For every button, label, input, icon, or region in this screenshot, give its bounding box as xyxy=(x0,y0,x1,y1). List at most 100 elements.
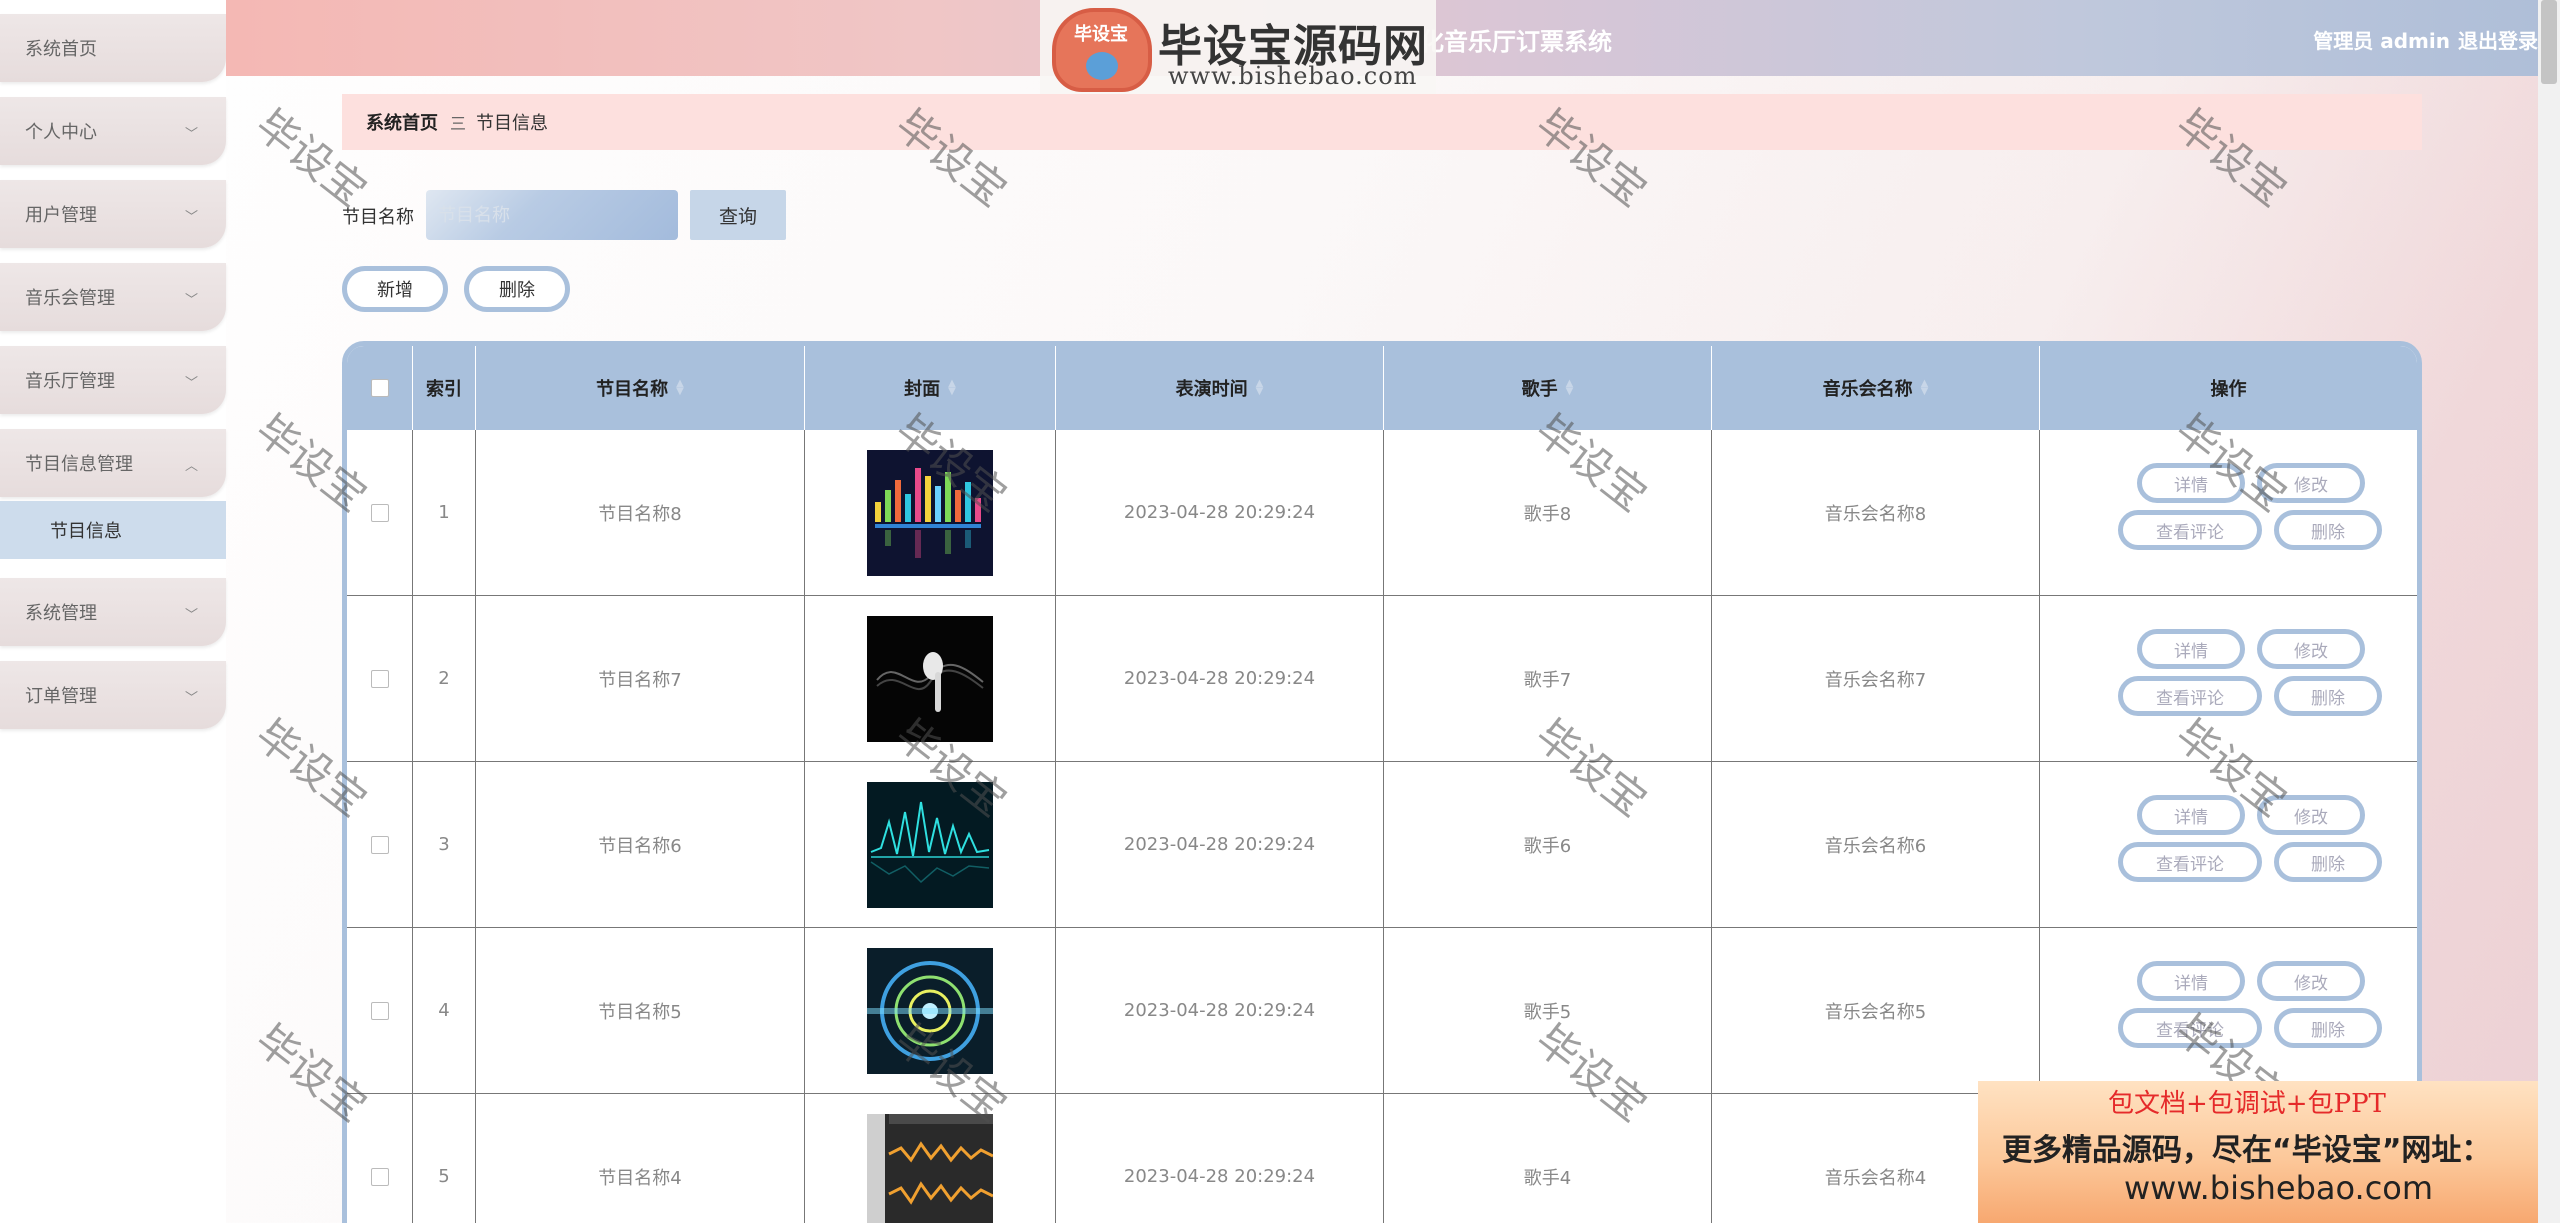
row-select-cell xyxy=(347,762,413,927)
cover-image xyxy=(867,781,993,908)
cell-concert: 音乐会名称6 xyxy=(1712,762,2040,927)
sidebar-item-concerts[interactable]: 音乐会管理 ﹀ xyxy=(0,263,226,331)
search-label: 节目名称 xyxy=(342,207,414,228)
sidebar-item-label: 用户管理 xyxy=(25,205,97,226)
sidebar-item-label: 系统管理 xyxy=(25,603,97,624)
cell-name: 节目名称8 xyxy=(476,430,805,595)
promo-banner[interactable]: 包文档+包调试+包PPT 更多精品源码，尽在“毕设宝”网址： www.bishe… xyxy=(1978,1081,2560,1223)
cell-ops: 详情 修改 查看评论 删除 xyxy=(2040,928,2417,1093)
sidebar-item-home[interactable]: 系统首页 xyxy=(0,14,226,82)
cell-index: 2 xyxy=(413,596,476,761)
table-header: 索引 节目名称 ▲ ▼ 封面 ▲ ▼ 表演时间 ▲ ▼ 歌手 ▲ ▼ 音乐会名称 ▲ ▼ 操作 xyxy=(347,346,2417,430)
scrollbar-thumb[interactable] xyxy=(2541,0,2557,84)
cell-singer: 歌手8 xyxy=(1384,430,1712,595)
batch-delete-button[interactable]: 删除 xyxy=(464,266,570,312)
chevron-up-icon: ︿ xyxy=(184,459,198,474)
detail-button[interactable]: 详情 xyxy=(2137,961,2245,1001)
chevron-down-icon: ﹀ xyxy=(184,127,198,142)
promo-line-1: 包文档+包调试+包PPT xyxy=(2108,1089,2386,1119)
delete-button[interactable]: 删除 xyxy=(2274,1008,2382,1048)
edit-button[interactable]: 修改 xyxy=(2257,961,2365,1001)
view-comments-button[interactable]: 查看评论 xyxy=(2118,1008,2262,1048)
header-index: 索引 xyxy=(413,346,476,430)
sidebar-item-personal[interactable]: 个人中心 ﹀ xyxy=(0,97,226,165)
row-checkbox[interactable] xyxy=(370,1001,389,1020)
add-button[interactable]: 新增 xyxy=(342,266,448,312)
header-name[interactable]: 节目名称 ▲ ▼ xyxy=(476,346,805,430)
cell-singer: 歌手6 xyxy=(1384,762,1712,927)
admin-label: 管理员 admin xyxy=(2313,29,2450,53)
delete-button[interactable]: 删除 xyxy=(2274,676,2382,716)
sidebar-item-orders[interactable]: 订单管理 ﹀ xyxy=(0,661,226,729)
cover-image xyxy=(867,615,993,742)
row-checkbox[interactable] xyxy=(370,669,389,688)
cell-time: 2023-04-28 20:29:24 xyxy=(1056,928,1384,1093)
logo-icon: 毕设宝 xyxy=(1052,8,1152,92)
row-select-cell xyxy=(347,596,413,761)
table-row: 3 节目名称6 2023-04-28 20:29:24 歌手6 音乐会名称6 详… xyxy=(347,762,2417,928)
sidebar-item-label: 订单管理 xyxy=(25,686,97,707)
breadcrumb-home[interactable]: 系统首页 xyxy=(366,109,438,135)
sidebar-item-label: 节目信息管理 xyxy=(25,454,133,475)
page-scrollbar[interactable] xyxy=(2538,0,2560,1223)
cell-ops: 详情 修改 查看评论 删除 xyxy=(2040,596,2417,761)
delete-button[interactable]: 删除 xyxy=(2274,510,2382,550)
cell-ops: 详情 修改 查看评论 删除 xyxy=(2040,762,2417,927)
cell-concert: 音乐会名称7 xyxy=(1712,596,2040,761)
sort-icon: ▲ ▼ xyxy=(676,378,684,397)
detail-button[interactable]: 详情 xyxy=(2137,795,2245,835)
search-input[interactable] xyxy=(426,190,678,240)
row-select-cell xyxy=(347,430,413,595)
sidebar-item-programs[interactable]: 节目信息管理 ︿ xyxy=(0,429,226,497)
sidebar-item-label: 个人中心 xyxy=(25,122,97,143)
sidebar-item-halls[interactable]: 音乐厅管理 ﹀ xyxy=(0,346,226,414)
sidebar-subitem-program-info[interactable]: 节目信息 xyxy=(0,501,226,559)
sidebar-item-label: 音乐会管理 xyxy=(25,288,115,309)
header-concert[interactable]: 音乐会名称 ▲ ▼ xyxy=(1712,346,2040,430)
header-cover[interactable]: 封面 ▲ ▼ xyxy=(805,346,1056,430)
cell-name: 节目名称6 xyxy=(476,762,805,927)
delete-button[interactable]: 删除 xyxy=(2274,842,2382,882)
view-comments-button[interactable]: 查看评论 xyxy=(2118,842,2262,882)
sidebar-item-users[interactable]: 用户管理 ﹀ xyxy=(0,180,226,248)
promo-line-2: 更多精品源码，尽在“毕设宝”网址： xyxy=(2002,1133,2492,1168)
cover-image xyxy=(867,947,993,1074)
chevron-down-icon: ﹀ xyxy=(184,293,198,308)
row-checkbox[interactable] xyxy=(370,1167,389,1186)
row-checkbox[interactable] xyxy=(370,835,389,854)
view-comments-button[interactable]: 查看评论 xyxy=(2118,676,2262,716)
logo-url: www.bishebao.com xyxy=(1168,62,1418,90)
search-button[interactable]: 查询 xyxy=(690,190,786,240)
row-select-cell xyxy=(347,1094,413,1223)
cell-ops: 详情 修改 查看评论 删除 xyxy=(2040,430,2417,595)
row-checkbox[interactable] xyxy=(370,503,389,522)
detail-button[interactable]: 详情 xyxy=(2137,629,2245,669)
cell-cover xyxy=(805,1094,1056,1223)
sidebar-item-system[interactable]: 系统管理 ﹀ xyxy=(0,578,226,646)
edit-button[interactable]: 修改 xyxy=(2257,795,2365,835)
cover-image xyxy=(867,449,993,576)
cell-cover xyxy=(805,928,1056,1093)
view-comments-button[interactable]: 查看评论 xyxy=(2118,510,2262,550)
select-all-cell xyxy=(347,346,413,430)
cell-time: 2023-04-28 20:29:24 xyxy=(1056,596,1384,761)
breadcrumb: 系统首页 三 节目信息 xyxy=(342,94,2422,150)
select-all-checkbox[interactable] xyxy=(370,379,389,397)
detail-button[interactable]: 详情 xyxy=(2137,463,2245,503)
cell-cover xyxy=(805,430,1056,595)
cell-index: 5 xyxy=(413,1094,476,1223)
cover-image xyxy=(867,1113,993,1223)
promo-url: www.bishebao.com xyxy=(2124,1169,2434,1207)
sort-icon: ▲ ▼ xyxy=(1565,378,1574,397)
edit-button[interactable]: 修改 xyxy=(2257,463,2365,503)
cell-index: 4 xyxy=(413,928,476,1093)
header-ops: 操作 xyxy=(2210,379,2247,400)
sidebar-item-label: 系统首页 xyxy=(25,39,97,60)
header-singer[interactable]: 歌手 ▲ ▼ xyxy=(1384,346,1712,430)
header-time[interactable]: 表演时间 ▲ ▼ xyxy=(1056,346,1384,430)
sidebar-subitem-label: 节目信息 xyxy=(50,521,122,542)
edit-button[interactable]: 修改 xyxy=(2257,629,2365,669)
logout-link[interactable]: 退出登录 xyxy=(2458,25,2538,54)
cell-index: 1 xyxy=(413,430,476,595)
cell-singer: 歌手7 xyxy=(1384,596,1712,761)
